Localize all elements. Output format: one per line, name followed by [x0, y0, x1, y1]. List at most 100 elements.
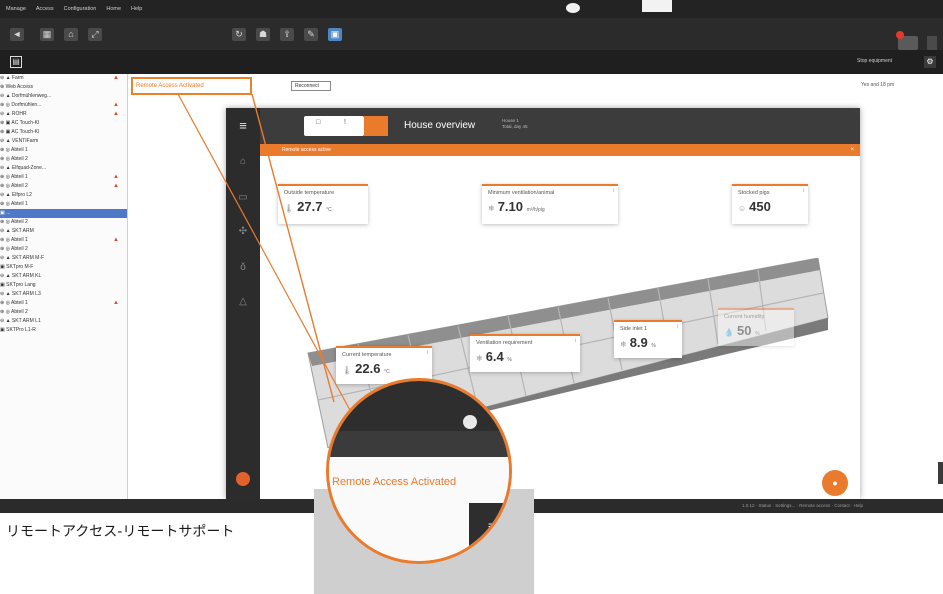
tools-icon[interactable]: ✎: [304, 28, 318, 41]
tree-item[interactable]: ▣ SKTpro Lang: [0, 281, 127, 290]
tree-item-label: ⊕ ▣ AC Touch-Kl: [0, 120, 40, 126]
tab-alarm[interactable]: !: [344, 119, 346, 126]
tree-item[interactable]: ⊖ ▲ ROHR ▲: [0, 110, 127, 119]
tree-item[interactable]: ⊕ ◎ Abteil 2: [0, 308, 127, 317]
tree-item[interactable]: ⊕ ◎ Abteil 1 ▲: [0, 299, 127, 308]
tree-item[interactable]: ⊕ ◎ Abteil 1 ▲: [0, 173, 127, 182]
tree-item[interactable]: ⊕ ▣ AC Touch-Kl: [0, 128, 127, 137]
close-icon[interactable]: ×: [850, 144, 854, 156]
tree-item[interactable]: ▣ SKTPro L1-R: [0, 326, 127, 335]
tree-item-label: ⊕ ▣ AC Touch-Kl: [0, 129, 40, 135]
menu-item-access[interactable]: Access: [36, 6, 54, 12]
grid-icon[interactable]: ▦: [40, 28, 54, 41]
thermometer-icon: 🌡: [342, 366, 353, 375]
tree-item[interactable]: ⊖ ▲ SKT ARM L1: [0, 317, 127, 326]
network-icon[interactable]: ☗: [256, 28, 270, 41]
zoom-remote-access-text: Remote Access Activated: [332, 476, 457, 488]
menu-item-configuration[interactable]: Configuration: [64, 6, 97, 12]
fan-icon: ❄: [620, 340, 627, 349]
tab-house[interactable]: □: [316, 119, 320, 126]
info-icon[interactable]: i: [677, 324, 678, 330]
tree-item[interactable]: ⊕ ◎ Abteil 2: [0, 245, 127, 254]
tree-item[interactable]: ⊕ ◎ Abteil 1: [0, 200, 127, 209]
tree-item-label: ⊖ ▲ SKT ARM: [0, 228, 34, 234]
tree-item[interactable]: ⊕ ◎ Abteil 1 ▲: [0, 236, 127, 245]
menu-item-help[interactable]: Help: [131, 6, 142, 12]
tree-item[interactable]: ⊖ ▲ SKT ARM KL: [0, 272, 127, 281]
export-icon[interactable]: ⇪: [280, 28, 294, 41]
zoom-header: [329, 431, 509, 457]
thermometer-icon[interactable]: ǒ: [237, 262, 249, 274]
tree-item-label: ⊕ ◎ Abteil 1: [0, 174, 28, 180]
tree-item-label: ⊕ ◎ Dorfmühlen...: [0, 102, 42, 108]
refresh-icon[interactable]: ↻: [232, 28, 246, 41]
tree-item[interactable]: ⊖ ▲ Elfquad-Zone...: [0, 164, 127, 173]
card-value: 22.6: [355, 361, 381, 376]
tree-item-label: ⊖ ▲ ROHR: [0, 111, 27, 117]
view-tabs[interactable]: □ !: [304, 116, 364, 136]
fan-icon[interactable]: ✣: [237, 226, 249, 238]
settings-icon[interactable]: ⚙: [924, 56, 936, 68]
zoom-dark-area: [329, 381, 509, 431]
edge-handle: [938, 462, 943, 484]
info-icon[interactable]: i: [613, 188, 614, 194]
home-icon[interactable]: ⌂: [237, 156, 249, 168]
tree-item[interactable]: ⊖ ▲ VENTIFarm: [0, 137, 127, 146]
tree-item[interactable]: ⊕ ▣ AC Touch-Kl: [0, 119, 127, 128]
card-current-humidity[interactable]: Current humidity 💧 50 %: [718, 308, 794, 346]
action-icon[interactable]: ●: [822, 470, 848, 496]
tree-item[interactable]: ⊕ ◎ Abteil 2: [0, 155, 127, 164]
tree-item-label: ▣ SKTpro Lang: [0, 282, 36, 288]
back-icon[interactable]: ◄: [10, 28, 24, 41]
stop-equipment-label[interactable]: Stop equipment: [857, 58, 892, 64]
screen-icon[interactable]: ▣: [328, 28, 342, 41]
card-min-ventilation[interactable]: Minimum ventilation/animal ❄ 7.10 m³/h/pi…: [482, 184, 618, 224]
tree-item-label: ⊕ ◎ Abteil 1: [0, 147, 28, 153]
tab-active-indicator[interactable]: [364, 116, 388, 136]
tree-item-label: ⊖ ▲ SKT ARM L3: [0, 291, 41, 297]
card-stocked-pigs[interactable]: Stocked pigs ☺ 450 i: [732, 184, 808, 224]
warning-icon: ▲: [113, 183, 119, 189]
tree-item[interactable]: ⊕ ◎ Abteil 1: [0, 146, 127, 155]
tree-item[interactable]: ⊖ ▲ Farm ▲: [0, 74, 127, 83]
tree-item[interactable]: ⊕ Web Access: [0, 83, 127, 92]
card-value: 27.7: [297, 199, 323, 214]
panel-icon[interactable]: ▤: [10, 56, 22, 68]
tree-item[interactable]: ⊕ ◎ Abteil 2 ▲: [0, 182, 127, 191]
zoom-content: Remote Access Activated ≡: [329, 381, 509, 561]
menu-item-manage[interactable]: Manage: [6, 6, 26, 12]
fan-icon: ❄: [476, 354, 483, 363]
tree-item[interactable]: ⊖ ▲ SKT ARM: [0, 227, 127, 236]
tree-item-label: ⊖ ▲ VENTIFarm: [0, 138, 39, 144]
card-side-inlet[interactable]: Side inlet 1 ❄ 8.9 % i: [614, 320, 682, 358]
bell-icon[interactable]: △: [237, 296, 249, 308]
info-icon[interactable]: i: [803, 188, 804, 194]
building-icon[interactable]: ⌂: [64, 28, 78, 41]
tree-item[interactable]: ▣ SKTpro M-F: [0, 263, 127, 272]
tree-item[interactable]: ▣ ...: [0, 209, 127, 218]
tree-item[interactable]: ⊖ ▲ SKT ARM L3: [0, 290, 127, 299]
reconnect-button[interactable]: Reconnect: [291, 81, 331, 91]
tree-item[interactable]: ⊖ ▲ Dorfmühlenweg...: [0, 92, 127, 101]
tree-item[interactable]: ⊕ ◎ Abteil 2: [0, 218, 127, 227]
info-icon[interactable]: i: [575, 338, 576, 344]
tree-item[interactable]: ⊕ ◎ Dorfmühlen... ▲: [0, 101, 127, 110]
expand-icon[interactable]: ⤢: [88, 28, 102, 41]
menu-item-home[interactable]: Home: [106, 6, 121, 12]
tree-item-label: ⊕ ◎ Abteil 2: [0, 219, 28, 225]
warning-icon: ▲: [113, 174, 119, 180]
card-value: 7.10: [497, 199, 524, 214]
tree-item[interactable]: ⊖ ▲ SKT ARM M-F: [0, 254, 127, 263]
tree-item-label: ⊕ ◎ Abteil 1: [0, 201, 28, 207]
card-ventilation-requirement[interactable]: Ventilation requirement ❄ 6.4 % i: [470, 334, 580, 372]
tree-item[interactable]: ⊖ ▲ Elfpro L2: [0, 191, 127, 200]
card-outside-temperature[interactable]: Outside temperature 🌡 27.7 °C: [278, 184, 368, 224]
overflow-icon[interactable]: [927, 36, 937, 50]
tree-item-label: ⊖ ▲ SKT ARM L1: [0, 318, 41, 324]
avatar[interactable]: [236, 472, 250, 486]
warning-icon: ▲: [113, 75, 119, 81]
pig-icon: ☺: [738, 204, 747, 213]
folder-icon[interactable]: ▭: [237, 192, 249, 204]
info-icon[interactable]: i: [427, 350, 428, 356]
menu-icon[interactable]: ≡: [226, 108, 260, 144]
